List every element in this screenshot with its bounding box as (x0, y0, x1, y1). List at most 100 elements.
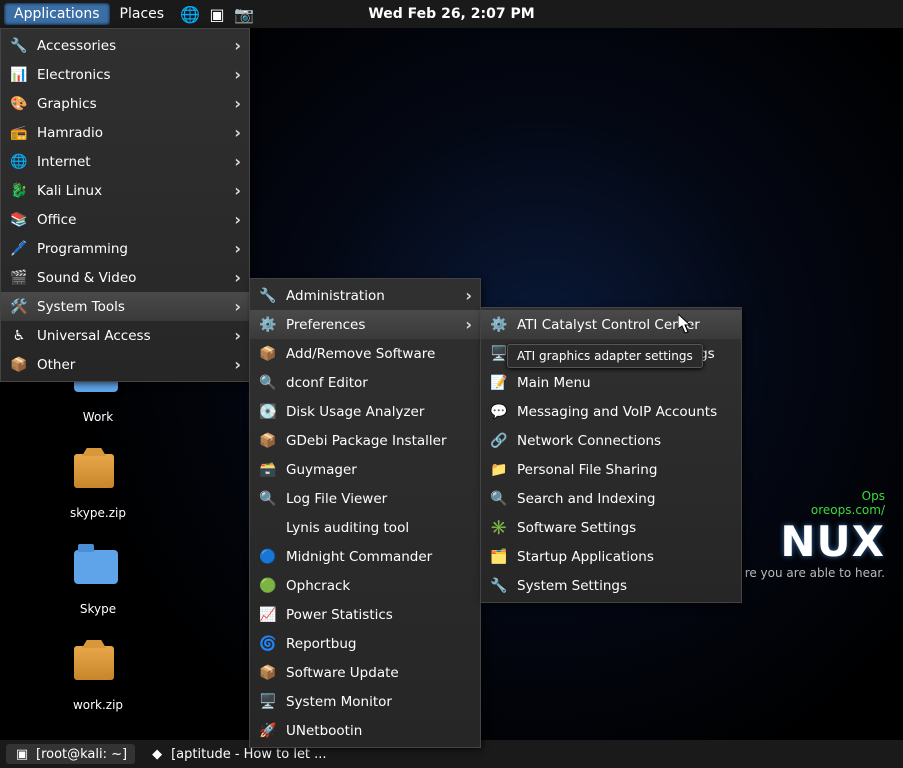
apps-item-other[interactable]: 📦Other (1, 350, 249, 379)
midnight-commander-icon: 🔵 (258, 547, 278, 567)
disk-usage-analyzer-icon: 💽 (258, 402, 278, 422)
apps-item-kali-linux[interactable]: 🐉 Kali Linux (1, 176, 249, 205)
menu-item-label: Hamradio (37, 125, 224, 141)
system-settings-icon: 🔧 (489, 576, 509, 596)
preferences-icon: ⚙️ (258, 315, 278, 335)
systools-item-log-file-viewer[interactable]: 🔍Log File Viewer (250, 484, 480, 513)
search-and-indexing-icon: 🔍 (489, 489, 509, 509)
personal-file-sharing-icon: 📁 (489, 460, 509, 480)
systools-item-dconf-editor[interactable]: 🔍 dconf Editor (250, 368, 480, 397)
menu-item-label: UNetbootin (286, 723, 472, 739)
task-label: [aptitude - How to let ... (171, 747, 326, 762)
systools-item-power-statistics[interactable]: 📈Power Statistics (250, 600, 480, 629)
systools-item-add-remove-software[interactable]: 📦 Add/Remove Software (250, 339, 480, 368)
systools-item-gdebi-package-installer[interactable]: 📦GDebi Package Installer (250, 426, 480, 455)
systools-item-midnight-commander[interactable]: 🔵Midnight Commander (250, 542, 480, 571)
prefs-item-main-menu[interactable]: 📝Main Menu (481, 368, 741, 397)
unetbootin-icon: 🚀 (258, 721, 278, 741)
lynis-auditing-tool-icon (258, 518, 278, 538)
menu-item-label: Ophcrack (286, 578, 472, 594)
apps-item-programming[interactable]: 🖊️Programming (1, 234, 249, 263)
menu-item-label: Internet (37, 154, 224, 170)
menu-item-label: System Settings (517, 578, 733, 594)
systools-item-reportbug[interactable]: 🌀Reportbug (250, 629, 480, 658)
menu-item-label: dconf Editor (286, 375, 472, 391)
kali-linux-icon: 🐉 (9, 181, 29, 201)
menu-item-label: Accessories (37, 38, 224, 54)
prefs-item-network-connections[interactable]: 🔗 Network Connections (481, 426, 741, 455)
camera-icon[interactable]: 📷 (233, 3, 255, 25)
menu-item-label: Electronics (37, 67, 224, 83)
desktop-icon-skype-zip[interactable]: skype.zip (53, 454, 143, 520)
prefs-item-system-settings[interactable]: 🔧 System Settings (481, 571, 741, 600)
taskbar-item[interactable]: ▣[root@kali: ~] (6, 744, 135, 764)
systools-item-system-monitor[interactable]: 🖥️System Monitor (250, 687, 480, 716)
log-file-viewer-icon: 🔍 (258, 489, 278, 509)
programming-icon: 🖊️ (9, 239, 29, 259)
desktop-icon-skype[interactable]: Skype (53, 550, 143, 616)
wallpaper-text: Ops oreops.com/ NUX re you are able to h… (745, 489, 885, 580)
menu-item-label: Disk Usage Analyzer (286, 404, 472, 420)
menu-item-label: Sound & Video (37, 270, 224, 286)
startup-applications-icon: 🗂️ (489, 547, 509, 567)
prefs-item-ati-catalyst-control-center[interactable]: ⚙️ATI Catalyst Control Center (481, 310, 741, 339)
hamradio-icon: 📻 (9, 123, 29, 143)
systools-item-disk-usage-analyzer[interactable]: 💽 Disk Usage Analyzer (250, 397, 480, 426)
apps-item-office[interactable]: 📚 Office (1, 205, 249, 234)
add-remove-software-icon: 📦 (258, 344, 278, 364)
systools-item-administration[interactable]: 🔧Administration (250, 281, 480, 310)
menu-item-label: Office (37, 212, 224, 228)
apps-item-hamradio[interactable]: 📻 Hamradio (1, 118, 249, 147)
internet-icon: 🌐 (9, 152, 29, 172)
systools-item-lynis-auditing-tool[interactable]: Lynis auditing tool (250, 513, 480, 542)
applications-menu-button[interactable]: Applications (4, 3, 110, 25)
menu-item-label: Network Connections (517, 433, 733, 449)
menu-item-label: Add/Remove Software (286, 346, 472, 362)
places-menu-button[interactable]: Places (110, 3, 175, 25)
apps-item-electronics[interactable]: 📊Electronics (1, 60, 249, 89)
ophcrack-icon: 🟢 (258, 576, 278, 596)
system-tools-icon: 🛠️ (9, 297, 29, 317)
globe-icon[interactable]: 🌐 (179, 3, 201, 25)
prefs-item-personal-file-sharing[interactable]: 📁 Personal File Sharing (481, 455, 741, 484)
systools-item-unetbootin[interactable]: 🚀 UNetbootin (250, 716, 480, 745)
apps-item-sound-video[interactable]: 🎬Sound & Video (1, 263, 249, 292)
menu-item-label: Kali Linux (37, 183, 224, 199)
systools-item-preferences[interactable]: ⚙️ Preferences (250, 310, 480, 339)
menu-item-label: Messaging and VoIP Accounts (517, 404, 733, 420)
main-menu-icon: 📝 (489, 373, 509, 393)
package-icon (74, 646, 114, 680)
systools-item-ophcrack[interactable]: 🟢 Ophcrack (250, 571, 480, 600)
universal-access-icon: ♿ (9, 326, 29, 346)
apps-item-internet[interactable]: 🌐 Internet (1, 147, 249, 176)
menu-item-label: Graphics (37, 96, 224, 112)
prefs-item-startup-applications[interactable]: 🗂️Startup Applications (481, 542, 741, 571)
apps-item-universal-access[interactable]: ♿ Universal Access (1, 321, 249, 350)
messaging-and-voip-accounts-icon: 💬 (489, 402, 509, 422)
clock[interactable]: Wed Feb 26, 2:07 PM (368, 6, 534, 22)
task-label: [root@kali: ~] (36, 747, 127, 762)
desktop-icon-label: Skype (53, 602, 143, 616)
terminal-icon[interactable]: ▣ (206, 3, 228, 25)
menu-item-label: Administration (286, 288, 455, 304)
menu-item-label: Personal File Sharing (517, 462, 733, 478)
menu-item-label: Lynis auditing tool (286, 520, 472, 536)
apps-item-graphics[interactable]: 🎨Graphics (1, 89, 249, 118)
network-connections-icon: 🔗 (489, 431, 509, 451)
menu-item-label: Preferences (286, 317, 455, 333)
systools-item-software-update[interactable]: 📦Software Update (250, 658, 480, 687)
desktop-icon-work-zip[interactable]: work.zip (53, 646, 143, 712)
prefs-item-software-settings[interactable]: ✳️Software Settings (481, 513, 741, 542)
task-icon: ◆ (149, 746, 165, 762)
apps-item-system-tools[interactable]: 🛠️System Tools (1, 292, 249, 321)
menu-item-label: Universal Access (37, 328, 224, 344)
apps-item-accessories[interactable]: 🔧Accessories (1, 31, 249, 60)
systools-item-guymager[interactable]: 🗃️Guymager (250, 455, 480, 484)
gdebi-package-installer-icon: 📦 (258, 431, 278, 451)
tooltip: ATI graphics adapter settings (507, 344, 703, 368)
dconf-editor-icon: 🔍 (258, 373, 278, 393)
office-icon: 📚 (9, 210, 29, 230)
prefs-item-messaging-and-voip-accounts[interactable]: 💬 Messaging and VoIP Accounts (481, 397, 741, 426)
ati-catalyst-control-center-icon: ⚙️ (489, 315, 509, 335)
prefs-item-search-and-indexing[interactable]: 🔍Search and Indexing (481, 484, 741, 513)
